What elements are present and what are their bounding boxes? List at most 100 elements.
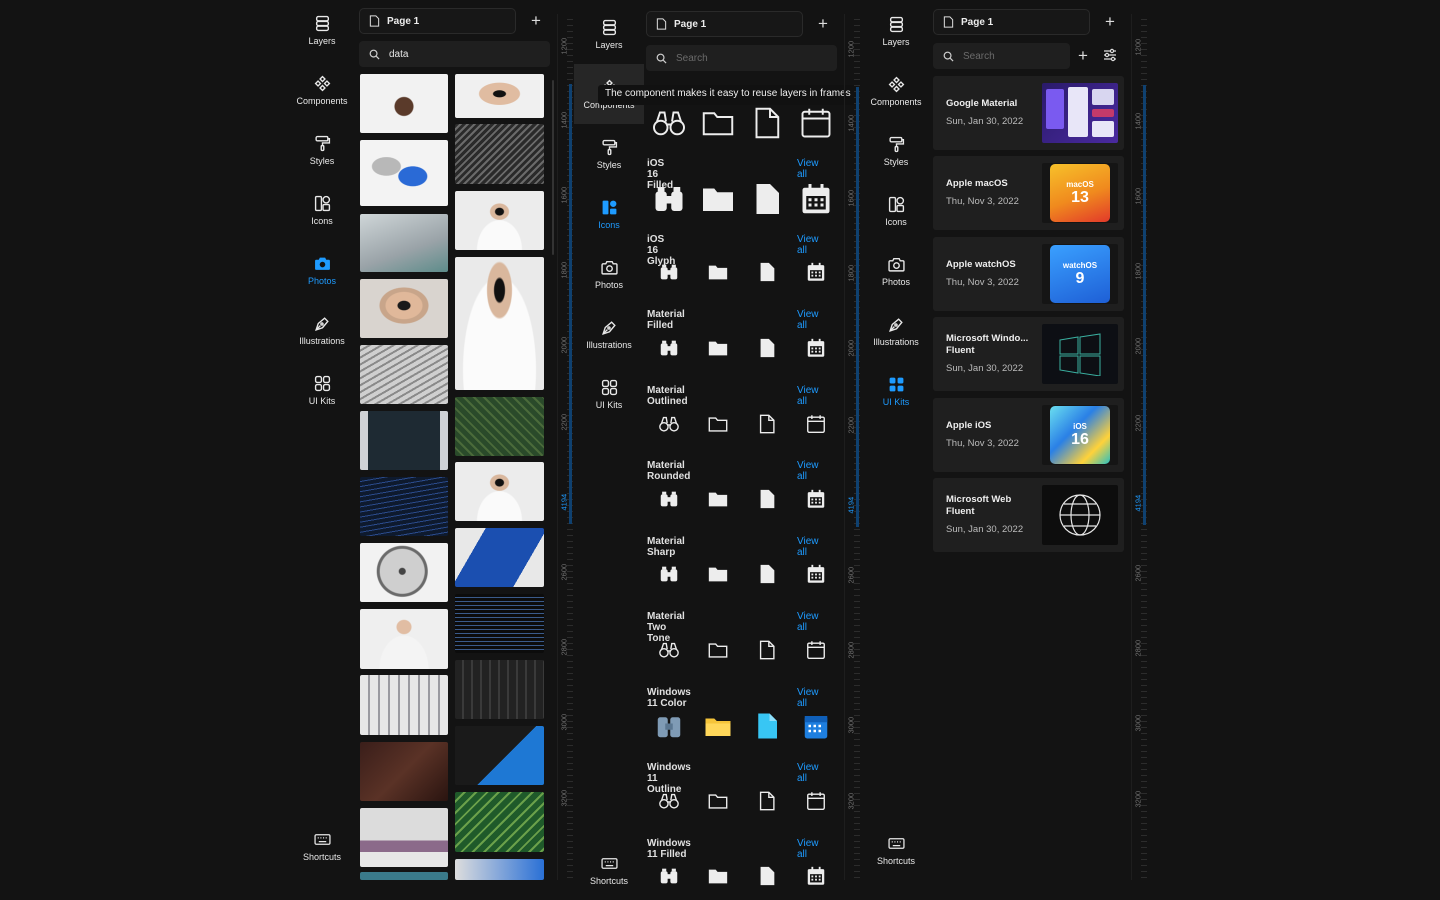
file-icon[interactable] [742, 862, 791, 890]
calendar-icon[interactable] [791, 636, 840, 664]
folder-icon[interactable] [693, 787, 742, 815]
view-all-link[interactable]: View all [797, 385, 819, 407]
file-icon[interactable] [742, 787, 791, 815]
calendar-icon[interactable] [791, 334, 840, 362]
nav-styles[interactable]: Styles [861, 121, 931, 181]
ui-kit-card[interactable]: Apple iOS Thu, Nov 3, 2022 iOS 16 [933, 398, 1124, 472]
folder-icon[interactable] [693, 258, 742, 286]
photo-thumbnail[interactable] [360, 74, 448, 133]
nav-photos[interactable]: Photos [287, 240, 357, 300]
folder-icon[interactable] [693, 181, 742, 217]
nav-ui-kits[interactable]: UI Kits [574, 364, 644, 424]
folder-icon[interactable] [693, 105, 742, 141]
photo-thumbnail[interactable] [360, 872, 448, 880]
photo-thumbnail[interactable] [455, 792, 544, 852]
binoculars-icon[interactable] [644, 862, 693, 890]
file-icon[interactable] [742, 334, 791, 362]
nav-illustrations[interactable]: Illustrations [287, 300, 357, 360]
photo-thumbnail[interactable] [455, 462, 544, 521]
nav-styles[interactable]: Styles [574, 124, 644, 184]
search-input[interactable]: Search [933, 43, 1070, 69]
calendar-icon[interactable] [791, 410, 840, 438]
search-input[interactable]: Search [646, 45, 837, 71]
view-all-link[interactable]: View all [797, 536, 819, 558]
photo-thumbnail[interactable] [455, 397, 544, 456]
add-page-button[interactable]: + [1100, 12, 1120, 32]
folder-icon[interactable] [693, 485, 742, 513]
photo-thumbnail[interactable] [360, 411, 448, 470]
nav-layers[interactable]: Layers [861, 1, 931, 61]
nav-shortcuts[interactable]: Shortcuts [287, 816, 357, 876]
photo-thumbnail[interactable] [455, 859, 544, 880]
photo-thumbnail[interactable] [360, 140, 448, 206]
nav-components[interactable]: Components [861, 61, 931, 121]
photo-thumbnail[interactable] [455, 257, 544, 390]
binoculars-icon[interactable] [644, 105, 693, 141]
nav-shortcuts[interactable]: Shortcuts [861, 820, 931, 880]
nav-layers[interactable]: Layers [287, 0, 357, 60]
photo-thumbnail[interactable] [455, 528, 544, 587]
nav-ui-kits[interactable]: UI Kits [287, 360, 357, 420]
binoculars-icon[interactable] [644, 712, 693, 740]
photo-thumbnail[interactable] [360, 477, 448, 536]
folder-icon[interactable] [693, 862, 742, 890]
view-all-link[interactable]: View all [797, 234, 819, 256]
add-page-button[interactable]: + [526, 11, 546, 31]
photo-thumbnail[interactable] [360, 279, 448, 338]
calendar-icon[interactable] [791, 560, 840, 588]
photo-thumbnail[interactable] [360, 543, 448, 602]
folder-icon[interactable] [693, 636, 742, 664]
page-tab[interactable]: Page 1 [933, 9, 1090, 35]
calendar-icon[interactable] [791, 712, 840, 740]
binoculars-icon[interactable] [644, 485, 693, 513]
file-icon[interactable] [742, 485, 791, 513]
file-icon[interactable] [742, 712, 791, 740]
nav-shortcuts[interactable]: Shortcuts [574, 840, 644, 900]
photo-thumbnail[interactable] [360, 742, 448, 801]
photo-thumbnail[interactable] [360, 214, 448, 272]
search-input[interactable]: data [359, 41, 550, 67]
calendar-icon[interactable] [791, 105, 840, 141]
filter-button[interactable] [1102, 47, 1118, 63]
file-icon[interactable] [742, 258, 791, 286]
add-kit-button[interactable]: + [1073, 46, 1093, 66]
photo-thumbnail[interactable] [360, 808, 448, 867]
view-all-link[interactable]: View all [797, 611, 819, 633]
nav-photos[interactable]: Photos [861, 241, 931, 301]
photo-thumbnail[interactable] [360, 609, 448, 669]
nav-illustrations[interactable]: Illustrations [861, 301, 931, 361]
folder-icon[interactable] [693, 410, 742, 438]
calendar-icon[interactable] [791, 862, 840, 890]
file-icon[interactable] [742, 181, 791, 217]
file-icon[interactable] [742, 105, 791, 141]
nav-styles[interactable]: Styles [287, 120, 357, 180]
ui-kit-card[interactable]: Microsoft Windo... Fluent Sun, Jan 30, 2… [933, 317, 1124, 391]
photo-thumbnail[interactable] [360, 345, 448, 404]
photo-thumbnail[interactable] [455, 660, 544, 719]
ui-kit-card[interactable]: Apple watchOS Thu, Nov 3, 2022 watchOS 9 [933, 237, 1124, 311]
view-all-link[interactable]: View all [797, 762, 819, 784]
view-all-link[interactable]: View all [797, 838, 819, 860]
calendar-icon[interactable] [791, 181, 840, 217]
page-tab[interactable]: Page 1 [359, 8, 516, 34]
nav-icons[interactable]: Icons [574, 184, 644, 244]
ui-kit-card[interactable]: Apple macOS Thu, Nov 3, 2022 macOS 13 [933, 156, 1124, 230]
folder-icon[interactable] [693, 560, 742, 588]
view-all-link[interactable]: View all [797, 309, 819, 331]
ui-kit-card[interactable]: Google Material Sun, Jan 30, 2022 [933, 76, 1124, 150]
scrollbar[interactable] [552, 80, 554, 255]
photo-thumbnail[interactable] [455, 74, 544, 118]
nav-layers[interactable]: Layers [574, 4, 644, 64]
nav-components[interactable]: Components [287, 60, 357, 120]
page-tab[interactable]: Page 1 [646, 11, 803, 37]
binoculars-icon[interactable] [644, 410, 693, 438]
nav-icons[interactable]: Icons [861, 181, 931, 241]
view-all-link[interactable]: View all [797, 158, 819, 180]
calendar-icon[interactable] [791, 485, 840, 513]
folder-icon[interactable] [693, 334, 742, 362]
add-page-button[interactable]: + [813, 14, 833, 34]
calendar-icon[interactable] [791, 787, 840, 815]
binoculars-icon[interactable] [644, 334, 693, 362]
photo-thumbnail[interactable] [455, 191, 544, 250]
file-icon[interactable] [742, 410, 791, 438]
